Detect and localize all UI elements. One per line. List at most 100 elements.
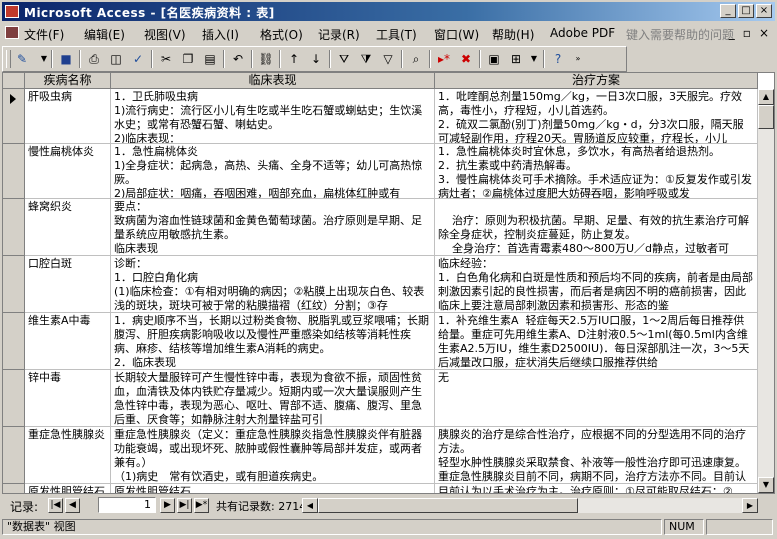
access-app-icon[interactable] (5, 5, 19, 18)
paste-icon[interactable]: ▤ (201, 50, 219, 68)
minimize-button[interactable]: _ (720, 4, 736, 18)
cell-disease-name[interactable]: 原发性胆管结石 (25, 484, 111, 493)
copy-icon[interactable]: ❐ (179, 50, 197, 68)
cell-treatment[interactable]: 目前认为以手术治疗为主。治疗原则：①尽可能取尽结石；② (435, 484, 758, 493)
sort-ascending-icon[interactable]: ↑ (285, 50, 303, 68)
menu-tools[interactable]: 工具(T) (376, 26, 417, 43)
spelling-icon[interactable]: ✓ (129, 50, 147, 68)
record-selector[interactable] (3, 256, 25, 313)
cell-clinical[interactable]: 诊断： 1．口腔白角化病 (1)临床检查：①有相对明确的病因；②粘膜上出现灰白色… (111, 256, 435, 313)
record-selector[interactable] (3, 199, 25, 256)
delete-record-icon[interactable]: ✖ (457, 50, 475, 68)
cell-disease-name[interactable]: 蜂窝织炎 (25, 199, 111, 256)
new-record-icon[interactable]: ▸* (435, 50, 453, 68)
sort-descending-icon[interactable]: ↓ (307, 50, 325, 68)
cell-disease-name[interactable]: 维生素A中毒 (25, 313, 111, 370)
cell-clinical[interactable]: 重症急性胰腺炎（定义：重症急性胰腺炎指急性胰腺炎伴有脏器功能衰竭，或出现坏死、脓… (111, 427, 435, 484)
menu-edit[interactable]: 编辑(E) (84, 26, 125, 43)
record-selector[interactable] (3, 313, 25, 370)
table-row[interactable]: 口腔白斑 诊断： 1．口腔白角化病 (1)临床检查：①有相对明确的病因；②粘膜上出… (3, 256, 774, 313)
table-row[interactable]: 重症急性胰腺炎 重症急性胰腺炎（定义：重症急性胰腺炎指急性胰腺炎伴有脏器功能衰竭，… (3, 427, 774, 484)
mdi-close-button[interactable]: × (759, 26, 769, 40)
print-icon[interactable]: ⎙ (85, 50, 103, 68)
menu-window[interactable]: 窗口(W) (434, 26, 479, 43)
find-icon[interactable]: ⌕ (407, 50, 425, 68)
new-object-dropdown-icon[interactable]: ▼ (525, 50, 543, 68)
table-window-icon[interactable] (5, 26, 19, 39)
new-object-icon[interactable]: ⊞ (507, 50, 525, 68)
scroll-left-arrow-icon[interactable]: ◀ (302, 498, 318, 513)
previous-record-icon[interactable]: ◀ (65, 498, 80, 513)
menu-records[interactable]: 记录(R) (318, 26, 360, 43)
mdi-minimize-button[interactable]: _ (729, 26, 735, 40)
table-row[interactable]: 维生素A中毒 1．病史顺序不当，长期以过粉类食物、脱脂乳或豆浆喂哺；长期腹泻、肝胆… (3, 313, 774, 370)
cell-clinical[interactable]: 1．病史顺序不当，长期以过粉类食物、脱脂乳或豆浆喂哺；长期腹泻、肝胆疾病影响吸收… (111, 313, 435, 370)
current-record-field[interactable]: 1 (98, 497, 156, 513)
cell-clinical[interactable]: 长期较大量服锌可产生慢性锌中毒，表现为食欲不振，顽固性贫血，血清铁及体内铁贮存量… (111, 370, 435, 427)
scroll-right-arrow-icon[interactable]: ▶ (742, 498, 758, 513)
database-window-icon[interactable]: ▣ (485, 50, 503, 68)
menu-format[interactable]: 格式(O) (260, 26, 303, 43)
filter-by-form-icon[interactable]: ⧩ (357, 50, 375, 68)
maximize-button[interactable]: □ (738, 4, 754, 18)
help-question-box[interactable]: 键入需要帮助的问题 (626, 26, 734, 43)
cell-treatment[interactable]: 无 (435, 370, 758, 427)
cell-disease-name[interactable]: 肝吸虫病 (25, 89, 111, 144)
record-selector[interactable] (3, 370, 25, 427)
cell-clinical[interactable]: 1．卫氏肺吸虫病 1)流行病史：流行区小儿有生吃或半生吃石蟹或蝲蛄史；生饮溪水史… (111, 89, 435, 144)
cell-clinical[interactable]: 1．急性扁桃体炎 1)全身症状：起病急，高热、头痛、全身不适等；幼儿可高热惊厥。… (111, 144, 435, 199)
save-icon[interactable]: ■ (57, 50, 75, 68)
vertical-scrollbar[interactable]: ▲ ▼ (758, 89, 774, 493)
help-icon[interactable]: ? (549, 50, 567, 68)
cell-treatment[interactable]: 临床经验： 1．白色角化病和白斑是性质和预后均不同的疾病，前者是由局部刺激因素引… (435, 256, 758, 313)
menu-insert[interactable]: 插入(I) (202, 26, 239, 43)
cell-treatment[interactable]: 胰腺炎的治疗是综合性治疗，应根据不同的分型选用不同的治疗方法。 轻型水肿性胰腺炎… (435, 427, 758, 484)
cell-disease-name[interactable]: 锌中毒 (25, 370, 111, 427)
mdi-restore-button[interactable]: ▫ (743, 26, 751, 40)
toolbar-grip[interactable] (6, 50, 11, 68)
scroll-down-arrow-icon[interactable]: ▼ (758, 477, 774, 493)
cell-clinical[interactable]: 要点： 致病菌为溶血性链球菌和金黄色葡萄球菌。治疗原则是早期、足量系统应用敏感抗… (111, 199, 435, 256)
apply-filter-icon[interactable]: ▽ (379, 50, 397, 68)
select-all-corner[interactable] (3, 73, 25, 89)
cell-treatment[interactable]: 1．补充维生素A 轻症每天2.5万IU口服，1～2周后每日推荐供给量。重症可先用… (435, 313, 758, 370)
cell-treatment[interactable]: 1．急性扁桃体炎时宜休息，多饮水，有高热者给退热剂。 2．抗生素或中药清热解毒。… (435, 144, 758, 199)
menu-help[interactable]: 帮助(H) (492, 26, 534, 43)
first-record-icon[interactable]: |◀ (48, 498, 63, 513)
vertical-scroll-thumb[interactable] (758, 105, 774, 129)
next-record-icon[interactable]: ▶ (160, 498, 175, 513)
record-selector[interactable] (3, 144, 25, 199)
horizontal-scroll-thumb[interactable] (318, 498, 578, 513)
table-row[interactable]: 原发性胆管结石 原发性胆管结石 目前认为以手术治疗为主。治疗原则：①尽可能取尽结石；… (3, 484, 774, 493)
menu-view[interactable]: 视图(V) (144, 26, 186, 43)
horizontal-scrollbar[interactable]: ◀ ▶ (302, 498, 758, 513)
last-record-icon[interactable]: ▶| (177, 498, 192, 513)
cell-treatment[interactable]: 1．吡喹酮总剂量150mg／kg，一日3次口服，3天服完。疗效高，毒性小，疗程短… (435, 89, 758, 144)
record-selector[interactable] (3, 484, 25, 493)
cell-disease-name[interactable]: 慢性扁桃体炎 (25, 144, 111, 199)
record-selector[interactable] (3, 89, 25, 144)
table-row[interactable]: 锌中毒 长期较大量服锌可产生慢性锌中毒，表现为食欲不振，顽固性贫血，血清铁及体内铁… (3, 370, 774, 427)
cell-clinical[interactable]: 原发性胆管结石 (111, 484, 435, 493)
column-header-clinical[interactable]: 临床表现 (111, 73, 435, 89)
menu-adobe-pdf[interactable]: Adobe PDF (550, 26, 615, 40)
print-preview-icon[interactable]: ◫ (107, 50, 125, 68)
close-button[interactable]: × (756, 4, 772, 18)
undo-icon[interactable]: ↶ (229, 50, 247, 68)
table-row[interactable]: 肝吸虫病 1．卫氏肺吸虫病 1)流行病史：流行区小儿有生吃或半生吃石蟹或蝲蛄史；生… (3, 89, 774, 144)
toolbar-options-icon[interactable]: » (569, 50, 587, 68)
scroll-up-arrow-icon[interactable]: ▲ (758, 89, 774, 105)
cell-treatment[interactable]: 治疗：原则为积极抗菌。早期、足量、有效的抗生素治疗可解除全身症状，控制炎症蔓延，… (435, 199, 758, 256)
table-row[interactable]: 慢性扁桃体炎 1．急性扁桃体炎 1)全身症状：起病急，高热、头痛、全身不适等；幼儿… (3, 144, 774, 199)
table-row[interactable]: 蜂窝织炎 要点： 致病菌为溶血性链球菌和金黄色葡萄球菌。治疗原则是早期、足量系统应… (3, 199, 774, 256)
design-view-icon[interactable]: ✎ (13, 50, 31, 68)
column-header-disease-name[interactable]: 疾病名称 (25, 73, 111, 89)
new-record-nav-icon[interactable]: ▶* (194, 498, 209, 513)
hyperlink-icon[interactable]: ⛓ (257, 50, 275, 68)
menu-file[interactable]: 文件(F) (24, 26, 64, 43)
cut-icon[interactable]: ✂ (157, 50, 175, 68)
cell-disease-name[interactable]: 口腔白斑 (25, 256, 111, 313)
cell-disease-name[interactable]: 重症急性胰腺炎 (25, 427, 111, 484)
record-selector[interactable] (3, 427, 25, 484)
column-header-treatment[interactable]: 治疗方案 (435, 73, 758, 89)
